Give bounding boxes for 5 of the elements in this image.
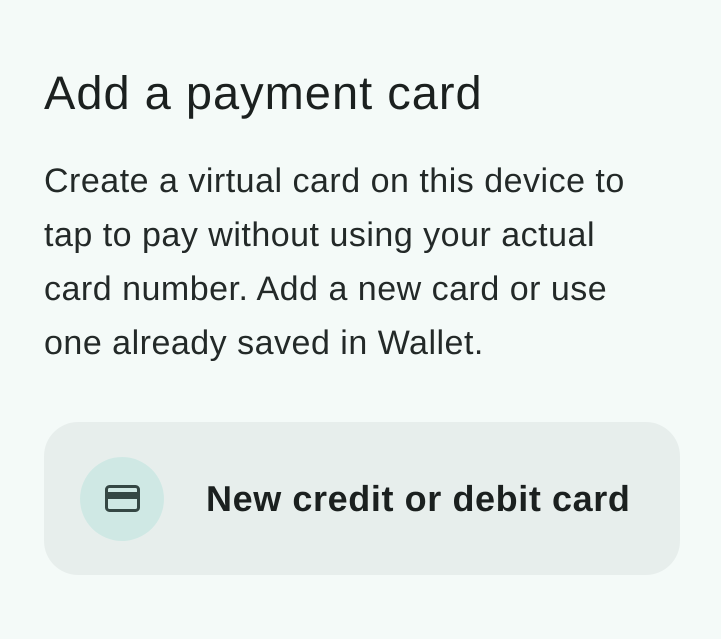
page-title: Add a payment card bbox=[44, 65, 484, 121]
option-label: New credit or debit card bbox=[206, 476, 630, 520]
credit-card-icon bbox=[104, 485, 140, 512]
add-card-option[interactable]: New credit or debit card bbox=[44, 422, 680, 575]
description-text: Create a virtual card on this device to tap to pay without using your actual card number. Add a new card or use one already saved in Wallet. bbox=[44, 161, 626, 364]
